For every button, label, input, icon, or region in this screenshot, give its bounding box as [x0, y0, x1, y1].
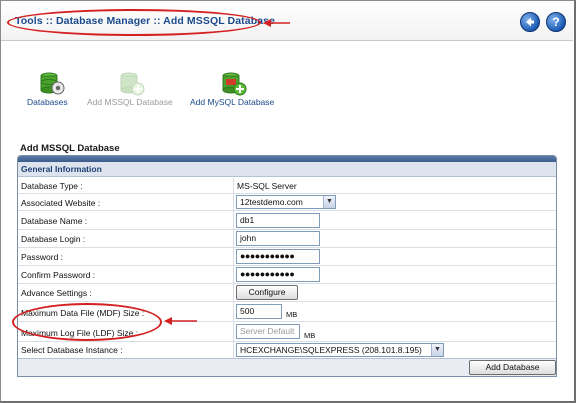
row-divider	[233, 342, 234, 358]
add-mysql-database-icon[interactable]	[220, 70, 250, 98]
db-instance-value: HCEXCHANGE\SQLEXPRESS (208.101.8.195)	[240, 345, 422, 355]
databases-icon[interactable]	[38, 70, 68, 98]
form-panel: General Information Database Type : MS-S…	[17, 155, 557, 377]
password-input[interactable]: ●●●●●●●●●●●	[236, 249, 320, 264]
row-advance-settings: Advance Settings : Configure	[18, 284, 556, 302]
confirm-password-input[interactable]: ●●●●●●●●●●●	[236, 267, 320, 282]
row-confirm-password: Confirm Password : ●●●●●●●●●●●	[18, 266, 556, 284]
label-password: Password :	[21, 252, 64, 262]
back-arrow-icon[interactable]	[520, 12, 540, 32]
label-database-type: Database Type :	[21, 181, 83, 191]
annotation-ellipse-breadcrumb	[7, 9, 261, 36]
associated-website-select[interactable]: 12testdemo.com ▼	[236, 195, 336, 209]
add-database-button[interactable]: Add Database	[469, 360, 556, 375]
database-login-input[interactable]: john	[236, 231, 320, 246]
chevron-down-icon[interactable]: ▼	[431, 344, 443, 356]
max-data-file-input[interactable]: 500	[236, 304, 282, 319]
row-divider	[233, 322, 234, 341]
chevron-down-icon[interactable]: ▼	[323, 196, 335, 208]
row-divider	[233, 211, 234, 229]
annotation-arrow-icon	[164, 317, 197, 325]
row-divider	[233, 266, 234, 283]
associated-website-value: 12testdemo.com	[240, 197, 303, 207]
row-divider	[233, 178, 234, 193]
row-database-name: Database Name : db1	[18, 211, 556, 230]
form-title: Add MSSQL Database	[20, 143, 120, 154]
label-associated-website: Associated Website :	[21, 198, 101, 208]
row-database-login: Database Login : john	[18, 230, 556, 248]
annotation-arrow-icon	[263, 19, 290, 27]
label-advance-settings: Advance Settings :	[21, 288, 92, 298]
label-confirm-password: Confirm Password :	[21, 270, 96, 280]
row-divider	[233, 230, 234, 247]
label-database-name: Database Name :	[21, 216, 88, 226]
row-associated-website: Associated Website : 12testdemo.com ▼	[18, 194, 556, 211]
section-header: General Information	[18, 162, 556, 177]
configure-button[interactable]: Configure	[236, 285, 298, 300]
max-log-file-unit: MB	[304, 331, 316, 340]
max-log-file-input[interactable]: Server Default	[236, 324, 300, 339]
back-arrow-glyph	[526, 17, 534, 27]
add-mssql-database-icon	[118, 70, 148, 98]
annotation-ellipse-size-fields	[12, 303, 162, 341]
nav-databases-link[interactable]: Databases	[27, 97, 68, 107]
db-instance-select[interactable]: HCEXCHANGE\SQLEXPRESS (208.101.8.195) ▼	[236, 343, 444, 357]
row-divider	[233, 284, 234, 301]
help-icon[interactable]: ?	[546, 12, 566, 32]
help-glyph: ?	[552, 15, 560, 29]
value-database-type: MS-SQL Server	[237, 181, 297, 191]
page-header: Tools :: Database Manager :: Add MSSQL D…	[1, 1, 573, 41]
label-database-login: Database Login :	[21, 234, 86, 244]
panel-footer: Add Database	[18, 358, 556, 376]
max-data-file-unit: MB	[286, 310, 298, 319]
nav-add-mysql-link[interactable]: Add MySQL Database	[190, 97, 274, 107]
row-divider	[233, 248, 234, 265]
nav-add-mssql-link: Add MSSQL Database	[87, 97, 173, 107]
row-divider	[233, 194, 234, 210]
row-database-type: Database Type : MS-SQL Server	[18, 178, 556, 194]
row-db-instance: Select Database Instance : HCEXCHANGE\SQ…	[18, 342, 556, 359]
row-divider	[233, 302, 234, 321]
label-db-instance: Select Database Instance :	[21, 345, 123, 355]
database-name-input[interactable]: db1	[236, 213, 320, 228]
row-password: Password : ●●●●●●●●●●●	[18, 248, 556, 266]
